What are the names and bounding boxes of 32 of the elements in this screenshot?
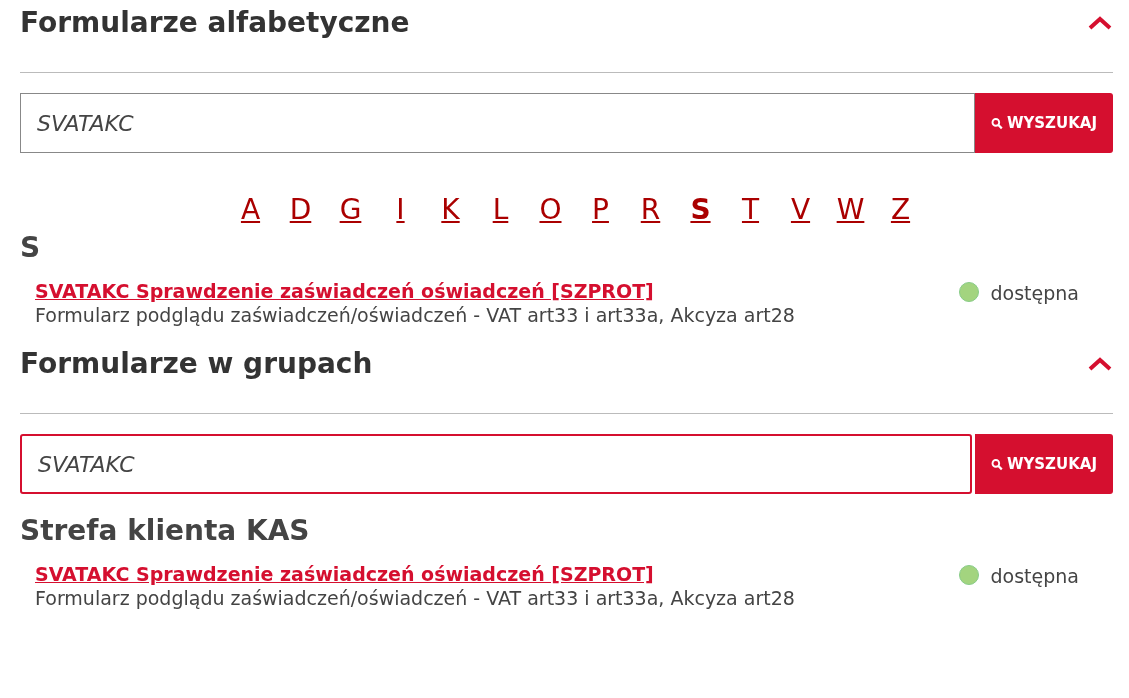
letter-link[interactable]: P: [584, 193, 617, 227]
status-label: dostępna: [990, 281, 1079, 305]
search-icon: [991, 115, 1003, 131]
form-link[interactable]: SVATAKC Sprawdzenie zaświadczeń oświadczeń [SZPROT]: [35, 279, 795, 303]
letter-link[interactable]: O: [534, 193, 567, 227]
letter-link[interactable]: S: [684, 193, 717, 227]
chevron-up-icon[interactable]: [1087, 356, 1113, 372]
section-title: Formularze alfabetyczne: [20, 5, 410, 41]
letter-link[interactable]: L: [484, 193, 517, 227]
form-description: Formularz podglądu zaświadczeń/oświadczeń - VAT art33 i art33a, Akcyza art28: [35, 303, 795, 327]
group-heading: Strefa klienta KAS: [20, 513, 311, 549]
letter-link[interactable]: K: [434, 193, 467, 227]
form-description: Formularz podglądu zaświadczeń/oświadczeń - VAT art33 i art33a, Akcyza art28: [35, 586, 795, 610]
group-heading: S: [20, 230, 42, 266]
section-title: Formularze w grupach: [20, 346, 373, 382]
search-button[interactable]: WYSZUKAJ: [975, 93, 1113, 153]
search-icon: [991, 456, 1003, 472]
letter-link[interactable]: G: [334, 193, 367, 227]
letter-link[interactable]: W: [834, 193, 867, 227]
letter-link[interactable]: T: [734, 193, 767, 227]
search-field[interactable]: SVATAKC: [20, 93, 975, 153]
letter-link[interactable]: R: [634, 193, 667, 227]
form-link[interactable]: SVATAKC Sprawdzenie zaświadczeń oświadczeń [SZPROT]: [35, 562, 795, 586]
letter-link[interactable]: I: [384, 193, 417, 227]
letter-link[interactable]: Z: [884, 193, 917, 227]
letter-link[interactable]: A: [234, 193, 267, 227]
status-label: dostępna: [990, 564, 1079, 588]
chevron-up-icon[interactable]: [1087, 15, 1113, 31]
letter-link[interactable]: V: [784, 193, 817, 227]
search-button[interactable]: WYSZUKAJ: [975, 434, 1113, 494]
letter-link[interactable]: D: [284, 193, 317, 227]
search-field[interactable]: SVATAKC: [20, 434, 972, 494]
